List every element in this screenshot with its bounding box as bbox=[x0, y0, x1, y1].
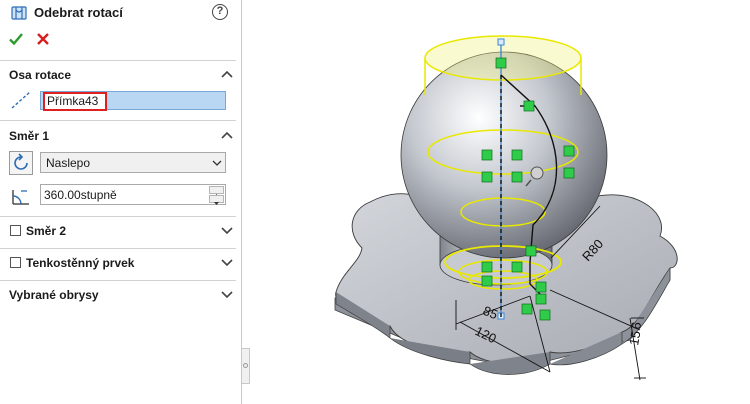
chevron-up-icon[interactable] bbox=[221, 131, 233, 139]
sphere-body bbox=[400, 51, 608, 259]
direction2-section-title: Směr 2 bbox=[26, 224, 67, 238]
dimension-15: 15 bbox=[626, 330, 643, 347]
help-icon[interactable]: ? bbox=[212, 4, 228, 20]
angle-input[interactable]: 360.00stupně bbox=[40, 184, 226, 205]
divider bbox=[0, 60, 236, 61]
ok-check-icon[interactable] bbox=[8, 31, 24, 47]
angle-value: 360.00stupně bbox=[44, 188, 117, 202]
axis-selected-entity[interactable]: Přímka43 bbox=[43, 92, 107, 111]
angle-spinner bbox=[209, 186, 224, 205]
graphics-viewport[interactable]: R80 85 120 15 6 bbox=[250, 0, 750, 404]
panel-titlebar: Odebrat rotací ? bbox=[0, 0, 242, 26]
angle-icon bbox=[12, 190, 29, 205]
divider bbox=[0, 248, 236, 249]
thin-feature-checkbox[interactable] bbox=[10, 257, 21, 268]
divider bbox=[0, 280, 236, 281]
spin-down-button[interactable] bbox=[209, 195, 224, 205]
direction2-checkbox[interactable] bbox=[10, 225, 21, 236]
end-condition-select[interactable]: Naslepo bbox=[40, 152, 226, 173]
cancel-close-icon[interactable] bbox=[35, 31, 51, 47]
spin-up-button[interactable] bbox=[209, 186, 224, 197]
end-condition-value: Naslepo bbox=[46, 156, 91, 170]
thin-feature-section-title: Tenkostěnný prvek bbox=[26, 256, 135, 270]
axis-line-icon bbox=[11, 91, 31, 109]
arrow-down-icon bbox=[214, 202, 219, 205]
reverse-direction-icon bbox=[14, 153, 28, 170]
panel-title: Odebrat rotací bbox=[34, 5, 123, 20]
divider bbox=[0, 120, 236, 121]
axis-section-title: Osa rotace bbox=[9, 68, 72, 82]
divider bbox=[0, 216, 236, 217]
direction1-section-title: Směr 1 bbox=[9, 129, 50, 143]
selected-contours-section-title: Vybrané obrysy bbox=[9, 288, 99, 302]
revolve-cut-icon bbox=[11, 6, 27, 20]
chevron-down-icon[interactable] bbox=[221, 227, 233, 235]
property-manager: Odebrat rotací ? Osa rotace Přímka43 Smě… bbox=[0, 0, 242, 404]
handle-dot-icon bbox=[243, 363, 248, 368]
reverse-direction-button[interactable] bbox=[9, 151, 33, 175]
chevron-down-icon bbox=[212, 160, 222, 166]
panel-collapse-handle[interactable] bbox=[242, 348, 250, 384]
chevron-down-icon[interactable] bbox=[221, 291, 233, 299]
chevron-up-icon[interactable] bbox=[221, 70, 233, 78]
chevron-down-icon[interactable] bbox=[221, 259, 233, 267]
